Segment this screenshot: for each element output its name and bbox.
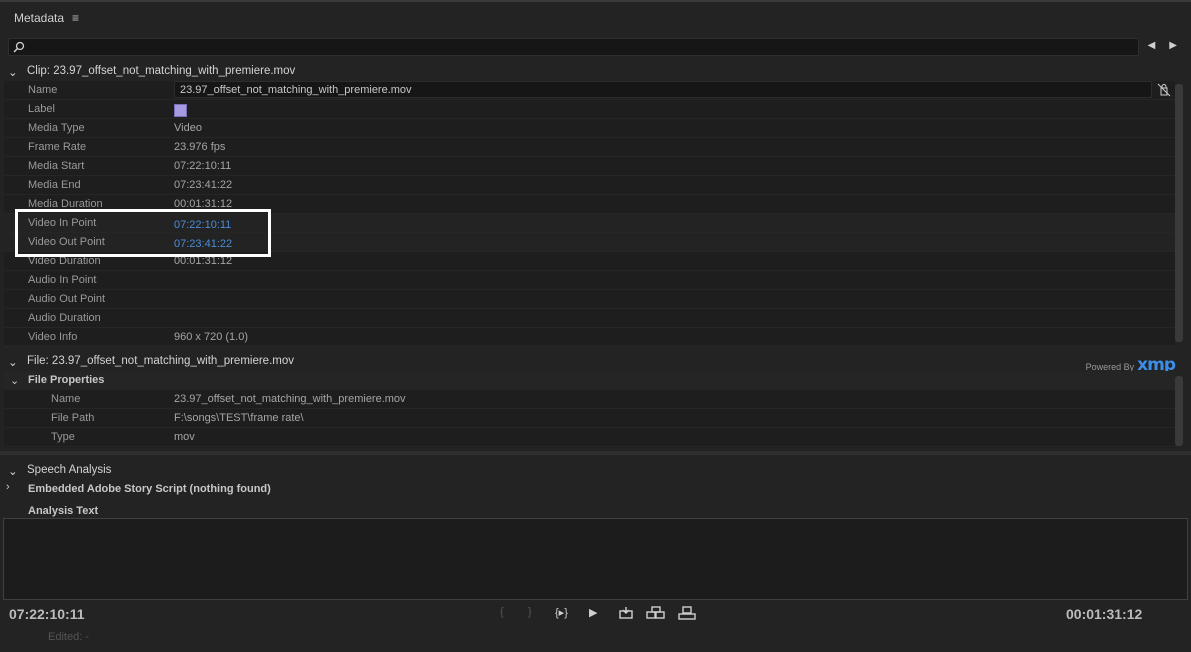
table-row: Label: [4, 100, 1175, 119]
table-row: Audio Out Point: [4, 290, 1175, 309]
edited-status: Edited: -: [48, 631, 89, 643]
panel-title[interactable]: Metadata: [14, 11, 64, 25]
row-label: Audio Duration: [28, 312, 101, 324]
table-row: Audio In Point: [4, 271, 1175, 290]
row-label: Media End: [28, 179, 81, 191]
row-label: Type: [51, 431, 75, 443]
label-color-swatch[interactable]: [174, 104, 187, 117]
panel-header: Metadata ≡: [0, 0, 1191, 34]
row-value: 07:23:41:22: [174, 179, 233, 191]
clip-name-value[interactable]: 23.97_offset_not_matching_with_premiere.…: [180, 84, 412, 96]
row-label: Name: [51, 393, 81, 405]
table-row: Media Start 07:22:10:11: [4, 157, 1175, 176]
row-label: Label: [28, 103, 55, 115]
embedded-script-label: Embedded Adobe Story Script (nothing fou…: [28, 483, 271, 495]
export-frame-icon[interactable]: [678, 606, 696, 620]
table-row: Media End 07:23:41:22: [4, 176, 1175, 195]
table-row: Frame Rate 23.976 fps: [4, 138, 1175, 157]
search-input[interactable]: [8, 38, 1139, 56]
search-nav: ◀ ▶: [1134, 40, 1177, 51]
table-row: Name 23.97_offset_not_matching_with_prem…: [4, 81, 1175, 100]
previous-result-icon[interactable]: ◀: [1148, 40, 1156, 51]
row-label: Frame Rate: [28, 141, 87, 153]
row-value: Video: [174, 122, 202, 134]
chevron-down-icon[interactable]: ⌄: [8, 65, 18, 79]
hamburger-icon[interactable]: ≡: [72, 11, 79, 25]
table-row: Video Info 960 x 720 (1.0): [4, 328, 1175, 347]
row-value: 23.976 fps: [174, 141, 226, 153]
row-label: Audio Out Point: [28, 293, 106, 305]
row-value: 23.97_offset_not_matching_with_premiere.…: [174, 393, 406, 405]
file-section-header[interactable]: ⌄ File: 23.97_offset_not_matching_with_p…: [0, 352, 1191, 371]
go-to-in-icon[interactable]: {▸}: [555, 606, 568, 619]
highlight-box: [15, 209, 271, 257]
row-label: Media Start: [28, 160, 85, 172]
row-label: Audio In Point: [28, 274, 97, 286]
speech-section-header[interactable]: ⌄ Speech Analysis: [0, 461, 1191, 480]
row-label: Name: [28, 84, 58, 96]
row-value: 960 x 720 (1.0): [174, 331, 248, 343]
search-icon: [13, 41, 25, 53]
play-icon[interactable]: ▶: [589, 606, 597, 619]
table-row: File Path F:\songs\TEST\frame rate\: [4, 409, 1175, 428]
analysis-text-area[interactable]: [3, 518, 1188, 600]
overwrite-icon[interactable]: [646, 606, 666, 620]
clip-scrollbar[interactable]: [1175, 84, 1183, 342]
link-off-icon[interactable]: [1157, 83, 1171, 97]
row-label: File Path: [51, 412, 95, 424]
clip-name-field[interactable]: 23.97_offset_not_matching_with_premiere.…: [174, 81, 1152, 98]
table-row: Type mov: [4, 428, 1175, 447]
duration-timecode[interactable]: 00:01:31:12: [1066, 606, 1142, 622]
speech-header-text: Speech Analysis: [27, 464, 112, 476]
chevron-down-icon[interactable]: ⌄: [8, 355, 18, 369]
chevron-down-icon[interactable]: ⌄: [8, 464, 18, 478]
table-row: Name 23.97_offset_not_matching_with_premi…: [4, 390, 1175, 409]
mark-out-icon[interactable]: }: [528, 606, 532, 618]
file-properties-header[interactable]: ⌄ File Properties: [4, 371, 1175, 390]
chevron-down-icon[interactable]: ⌄: [10, 374, 19, 387]
row-label: Video Info: [28, 331, 78, 343]
file-header-text: File: 23.97_offset_not_matching_with_pre…: [27, 355, 294, 367]
next-result-icon[interactable]: ▶: [1169, 40, 1177, 51]
file-rows: Name 23.97_offset_not_matching_with_premi…: [4, 390, 1175, 448]
clip-header-text: Clip: 23.97_offset_not_matching_with_pre…: [27, 65, 296, 77]
insert-icon[interactable]: [618, 606, 634, 620]
row-value: F:\songs\TEST\frame rate\: [174, 412, 304, 424]
table-row: Audio Duration: [4, 309, 1175, 328]
file-scrollbar[interactable]: [1175, 376, 1183, 446]
analysis-text-label: Analysis Text: [28, 505, 99, 517]
divider: [0, 451, 1191, 455]
current-timecode[interactable]: 07:22:10:11: [9, 606, 85, 622]
row-value: mov: [174, 431, 195, 443]
table-row: Media Type Video: [4, 119, 1175, 138]
row-label: Media Type: [28, 122, 85, 134]
row-value: 07:22:10:11: [174, 160, 232, 172]
mark-in-icon[interactable]: {: [500, 606, 504, 618]
embedded-script-row[interactable]: › Embedded Adobe Story Script (nothing f…: [4, 480, 1175, 499]
chevron-right-icon[interactable]: ›: [6, 481, 10, 493]
file-properties-label: File Properties: [28, 374, 105, 386]
clip-section-header[interactable]: ⌄ Clip: 23.97_offset_not_matching_with_p…: [0, 62, 1191, 81]
